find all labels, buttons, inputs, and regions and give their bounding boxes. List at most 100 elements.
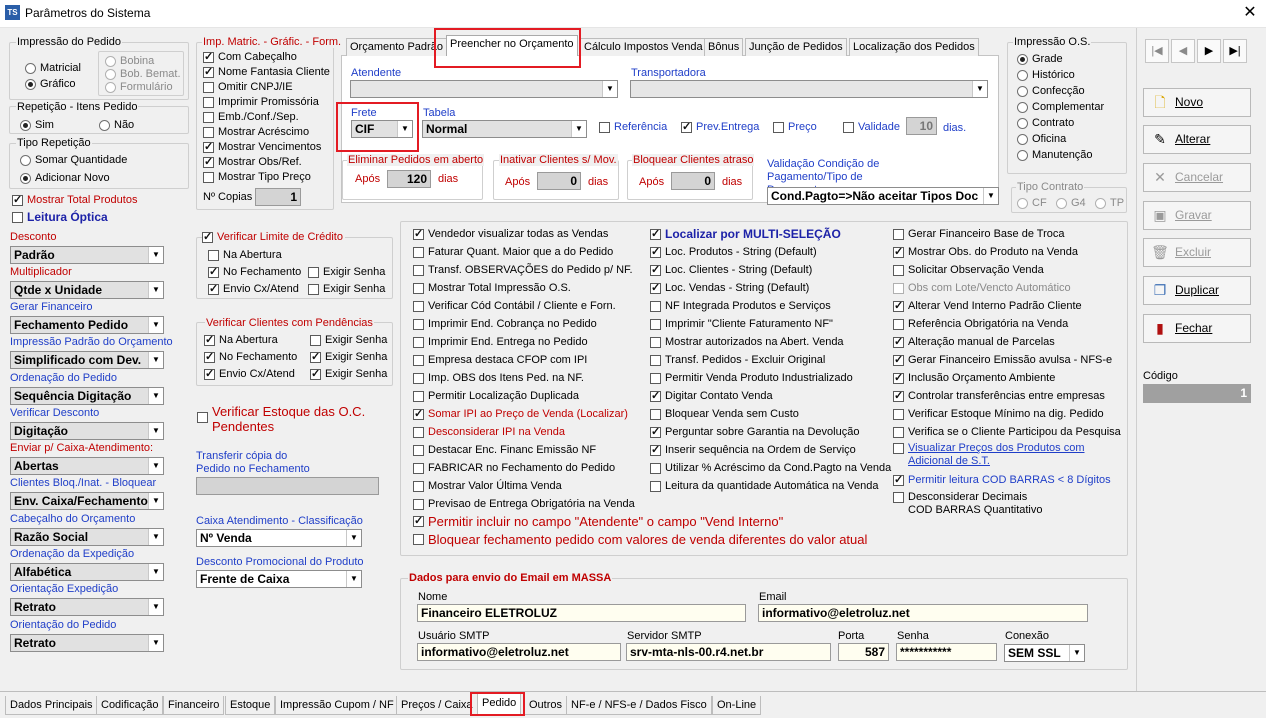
excluir-button[interactable]: 🗑 Excluir [1143, 238, 1251, 267]
col3-option[interactable]: Gerar Financeiro Emissão avulsa - NFS-e [893, 353, 1112, 367]
radio-matricial[interactable]: Matricial [25, 62, 81, 75]
radio-grafico[interactable]: Gráfico [25, 78, 75, 91]
check-nome-fantasia[interactable]: Nome Fantasia Cliente [203, 65, 330, 79]
last-record-icon[interactable]: ▶| [1223, 39, 1247, 63]
eliminar-input[interactable]: 120 [387, 170, 431, 188]
col1-option[interactable]: FABRICAR no Fechamento do Pedido [413, 462, 615, 475]
atendente-select[interactable]: ▼ [350, 80, 618, 98]
clientes-bloq-select[interactable]: Env. Caixa/Fechamento ▼ [10, 492, 164, 510]
check-mostrar-obs-ref[interactable]: Mostrar Obs/Ref. [203, 155, 302, 169]
check-preco[interactable]: Preço [773, 121, 817, 134]
col3-option[interactable]: Obs com Lote/Vencto Automático [893, 282, 1071, 295]
col3-option[interactable]: Verificar Estoque Mínimo na dig. Pedido [893, 408, 1104, 421]
gravar-button[interactable]: ▣ Gravar [1143, 201, 1251, 230]
check-com-cabecalho[interactable]: Com Cabeçalho [203, 50, 297, 64]
check-mostrar-acrescimo[interactable]: Mostrar Acréscimo [203, 126, 309, 139]
radio-bob-bemat[interactable]: Bob. Bemat. [105, 68, 181, 81]
col2-option[interactable]: Loc. Vendas - String (Default) [650, 281, 809, 295]
porta-input[interactable]: 587 [838, 643, 889, 661]
ordenacao-pedido-select[interactable]: Sequência Digitação ▼ [10, 387, 164, 405]
check-omitir-cnpj[interactable]: Omitir CNPJ/IE [203, 81, 293, 94]
check-clientes-exigir-senha-2[interactable]: Exigir Senha [310, 350, 387, 364]
check-bloquear-fechamento[interactable]: Bloquear fechamento pedido com valores d… [413, 533, 867, 547]
check-clientes-exigir-senha-3[interactable]: Exigir Senha [310, 367, 387, 381]
col3-option[interactable]: Inclusão Orçamento Ambiente [893, 371, 1055, 385]
col1-option[interactable]: Mostrar Valor Última Venda [413, 480, 562, 493]
check-limite-exigir-senha-1[interactable]: Exigir Senha [308, 266, 385, 279]
servidor-input[interactable]: srv-mta-nls-00.r4.net.br [626, 643, 831, 661]
senha-input[interactable]: *********** [896, 643, 997, 661]
bloquear-input[interactable]: 0 [671, 172, 715, 190]
conexao-select[interactable]: SEM SSL ▼ [1004, 644, 1085, 662]
check-limite-exigir-senha-2[interactable]: Exigir Senha [308, 283, 385, 296]
check-referencia[interactable]: Referência [599, 121, 667, 134]
col2-option[interactable]: Utilizar % Acréscimo da Cond.Pagto na Ve… [650, 462, 891, 475]
tab-codificacao[interactable]: Codificação [96, 696, 164, 715]
check-permitir-leitura-cod[interactable]: Permitir leitura COD BARRAS < 8 Dígitos [893, 473, 1111, 487]
col1-option[interactable]: Desconsiderar IPI na Venda [413, 426, 565, 439]
usuario-input[interactable]: informativo@eletroluz.net [417, 643, 621, 661]
gerar-financeiro-select[interactable]: Fechamento Pedido ▼ [10, 316, 164, 334]
radio-os-grade[interactable]: Grade [1017, 53, 1063, 66]
col1-option[interactable]: Somar IPI ao Preço de Venda (Localizar) [413, 407, 628, 421]
col2-option[interactable]: Bloquear Venda sem Custo [650, 408, 799, 421]
copias-input[interactable]: 1 [255, 188, 301, 206]
col2-option[interactable]: Leitura da quantidade Automática na Vend… [650, 480, 878, 493]
col2-option[interactable]: Loc. Produtos - String (Default) [650, 245, 817, 259]
check-clientes-exigir-senha-1[interactable]: Exigir Senha [310, 334, 387, 347]
nome-input[interactable]: Financeiro ELETROLUZ [417, 604, 746, 622]
col1-option[interactable]: Destacar Enc. Financ Emissão NF [413, 444, 596, 457]
col2-option[interactable]: Transf. Pedidos - Excluir Original [650, 354, 825, 367]
check-verificar-estoque-oc[interactable]: Verificar Estoque das O.C. Pendentes [197, 404, 377, 434]
enviar-caixa-select[interactable]: Abertas ▼ [10, 457, 164, 475]
radio-os-oficina[interactable]: Oficina [1017, 133, 1066, 146]
tab-financeiro[interactable]: Financeiro [163, 696, 225, 715]
alterar-button[interactable]: ✎ Alterar [1143, 125, 1251, 154]
col1-option[interactable]: Imp. OBS dos Itens Ped. na NF. [413, 372, 584, 385]
tab-precos-caixa[interactable]: Preços / Caixa [396, 696, 478, 715]
desconto-select[interactable]: Padrão ▼ [10, 246, 164, 264]
radio-os-historico[interactable]: Histórico [1017, 69, 1075, 82]
next-record-icon[interactable]: ▶ [1197, 39, 1221, 63]
verificar-desconto-select[interactable]: Digitação ▼ [10, 422, 164, 440]
multiplicador-select[interactable]: Qtde x Unidade ▼ [10, 281, 164, 299]
check-limite-no-fechamento[interactable]: No Fechamento [208, 265, 301, 279]
check-verificar-limite[interactable]: Verificar Limite de Crédito [202, 230, 345, 244]
tab-online[interactable]: On-Line [712, 696, 762, 715]
col3-option[interactable]: Controlar transferências entre empresas [893, 389, 1105, 403]
orientacao-pedido-select[interactable]: Retrato ▼ [10, 634, 164, 652]
tab-orcamento-padrao[interactable]: Orçamento Padrão [346, 38, 447, 56]
col2-option[interactable]: Mostrar autorizados na Abert. Venda [650, 336, 844, 349]
orientacao-expedicao-select[interactable]: Retrato ▼ [10, 598, 164, 616]
radio-formulario[interactable]: Formulário [105, 81, 173, 94]
col2-option[interactable]: Digitar Contato Venda [650, 389, 773, 403]
impressao-padrao-select[interactable]: Simplificado com Dev. ▼ [10, 351, 164, 369]
col1-option[interactable]: Verificar Cód Contábil / Cliente e Forn. [413, 300, 616, 313]
inativar-input[interactable]: 0 [537, 172, 581, 190]
col2-option[interactable]: Localizar por MULTI-SELEÇÃO [650, 227, 841, 241]
col1-option[interactable]: Transf. OBSERVAÇÕES do Pedido p/ NF. [413, 264, 633, 277]
tab-localizacao-pedidos[interactable]: Localização dos Pedidos [849, 38, 979, 56]
tab-dados-principais[interactable]: Dados Principais [5, 696, 98, 715]
transportadora-select[interactable]: ▼ [630, 80, 988, 98]
col1-option[interactable]: Imprimir End. Cobrança no Pedido [413, 318, 597, 331]
tab-bonus[interactable]: Bônus [704, 38, 744, 56]
email-input[interactable]: informativo@eletroluz.net [758, 604, 1088, 622]
radio-os-complementar[interactable]: Complementar [1017, 101, 1104, 114]
col2-option[interactable]: Permitir Venda Produto Industrializado [650, 372, 853, 385]
col3-option[interactable]: Alterar Vend Interno Padrão Cliente [893, 299, 1082, 313]
col1-option[interactable]: Vendedor visualizar todas as Vendas [413, 227, 608, 241]
radio-os-confeccao[interactable]: Confecção [1017, 85, 1085, 98]
cancelar-button[interactable]: ✕ Cancelar [1143, 163, 1251, 192]
check-emb-conf-sep[interactable]: Emb./Conf./Sep. [203, 111, 299, 124]
radio-somar-quantidade[interactable]: Somar Quantidade [20, 154, 127, 167]
tabela-select[interactable]: Normal ▼ [422, 120, 587, 138]
close-icon[interactable]: ✕ [1238, 3, 1262, 23]
desconto-promocional-select[interactable]: Frente de Caixa ▼ [196, 570, 362, 588]
transferir-input[interactable] [196, 477, 379, 495]
prev-record-icon[interactable]: ◀ [1171, 39, 1195, 63]
check-validade[interactable]: Validade [843, 121, 900, 134]
col2-option[interactable]: NF Integrada Produtos e Serviços [650, 300, 831, 313]
check-imprimir-promissoria[interactable]: Imprimir Promissória [203, 96, 319, 109]
radio-repeticao-nao[interactable]: Não [99, 119, 134, 132]
